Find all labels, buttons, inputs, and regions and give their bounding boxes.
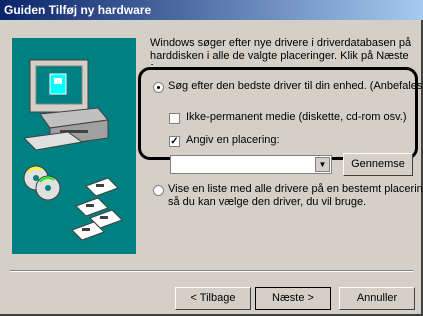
- show-list-label-line1[interactable]: Vise en liste med alle drivere på en bes…: [168, 183, 423, 195]
- instructions-text: Windows søger efter nye drivere i driver…: [150, 37, 412, 65]
- computer-disks-icon: [22, 59, 123, 241]
- specify-location-label[interactable]: Angiv en placering:: [186, 134, 280, 146]
- hardware-illustration: [12, 38, 136, 254]
- location-combobox[interactable]: ▼: [170, 155, 332, 174]
- cancel-button[interactable]: Annuller: [339, 287, 415, 310]
- chevron-down-icon[interactable]: ▼: [315, 157, 330, 172]
- window-title: Guiden Tilføj ny hardware: [4, 3, 152, 17]
- removable-media-label[interactable]: Ikke-permanent medie (diskette, cd-rom o…: [186, 111, 406, 123]
- show-list-radio[interactable]: [153, 185, 164, 196]
- wizard-window: Guiden Tilføj ny hardware Windows søger …: [0, 0, 423, 316]
- show-list-label-line2[interactable]: så du kan vælge den driver, du vil bruge…: [168, 196, 366, 208]
- next-button[interactable]: Næste >: [255, 287, 331, 310]
- back-button[interactable]: < Tilbage: [175, 287, 251, 310]
- search-best-label[interactable]: Søg efter den bedste driver til din enhe…: [168, 80, 423, 92]
- separator: [10, 270, 413, 272]
- search-best-radio[interactable]: [153, 82, 164, 93]
- browse-button[interactable]: Gennemse: [343, 153, 413, 176]
- specify-location-checkbox[interactable]: ✓: [169, 136, 180, 147]
- title-bar[interactable]: Guiden Tilføj ny hardware: [0, 0, 423, 20]
- removable-media-checkbox[interactable]: [169, 113, 180, 124]
